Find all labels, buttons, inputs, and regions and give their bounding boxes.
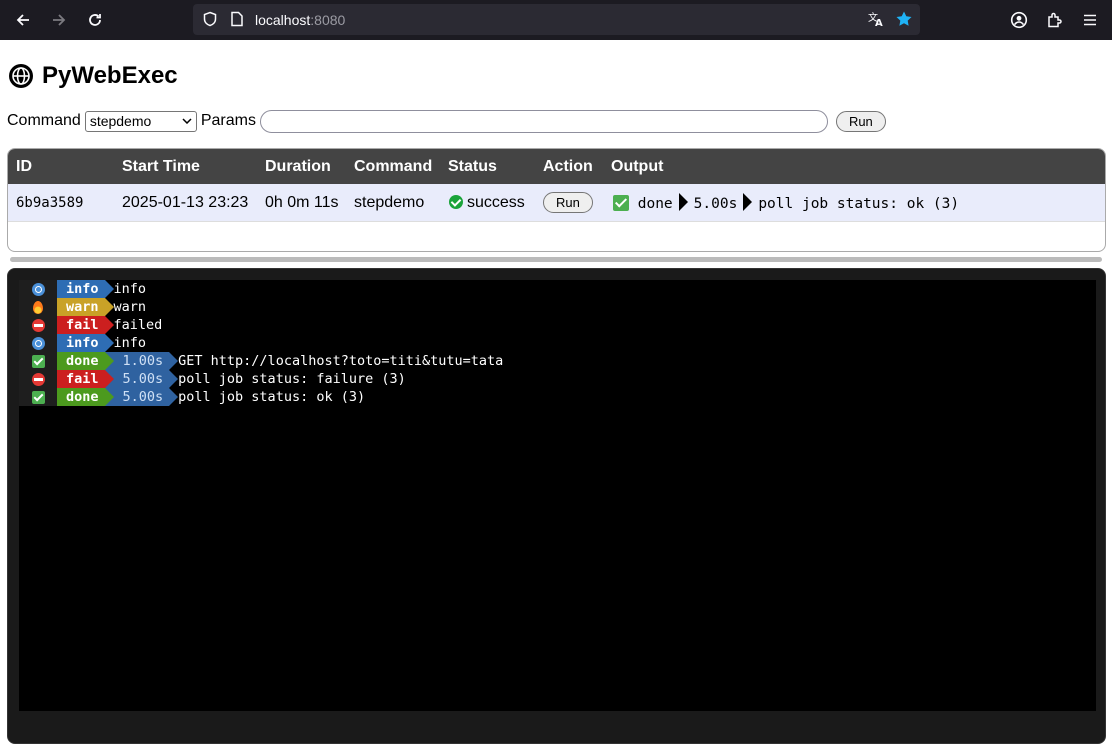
app-title: PyWebExec [42, 62, 178, 89]
log-line: done 1.00s GET http://localhost?toto=tit… [19, 352, 1096, 370]
terminal-panel: info info warn warn fail failed info inf… [7, 268, 1106, 744]
hamburger-icon [1084, 14, 1096, 26]
chevron-down-icon [182, 118, 192, 124]
row-id: 6b9a3589 [16, 194, 84, 211]
row-output-duration: 5.00s [693, 196, 738, 212]
row-status: success [449, 194, 525, 212]
log-line: done 5.00s poll job status: ok (3) [19, 388, 1096, 406]
tag-warn: warn [57, 298, 113, 316]
check-icon [19, 352, 57, 370]
command-label: Command [7, 112, 81, 129]
tag-done: done [57, 388, 113, 406]
header-action: Action [543, 157, 593, 175]
log-message: info [113, 335, 147, 351]
header-start-time: Start Time [122, 157, 200, 175]
header-status: Status [448, 157, 497, 175]
address-bar[interactable]: localhost:8080 文A [193, 4, 920, 35]
jobs-table: ID Start Time Duration Command Status Ac… [7, 148, 1106, 252]
back-button[interactable] [11, 8, 35, 32]
row-output[interactable]: done 5.00s poll job status: ok (3) [613, 193, 959, 212]
header-output: Output [611, 157, 664, 175]
tag-info: info [57, 334, 113, 352]
no-entry-icon [19, 370, 57, 388]
log-line: warn warn [19, 298, 1096, 316]
url-text[interactable]: localhost:8080 [255, 12, 345, 28]
puzzle-icon [1048, 12, 1062, 28]
tag-info: info [57, 280, 113, 298]
fire-icon [19, 298, 57, 316]
page-icon[interactable] [230, 11, 244, 27]
run-button[interactable]: Run [835, 110, 886, 132]
separator-icon [678, 193, 688, 211]
log-message: GET http://localhost?toto=titi&tutu=tata [178, 353, 504, 369]
log-message: info [113, 281, 147, 297]
star-icon[interactable] [895, 10, 913, 28]
info-icon [19, 334, 57, 352]
log-message: poll job status: ok (3) [178, 389, 366, 405]
row-run-button[interactable]: Run [543, 192, 593, 213]
row-duration: 0h 0m 11s [265, 193, 339, 211]
header-id: ID [16, 157, 32, 175]
log-line: fail 5.00s poll job status: failure (3) [19, 370, 1096, 388]
terminal-output[interactable]: info info warn warn fail failed info inf… [19, 280, 1096, 711]
row-status-text: success [467, 193, 525, 211]
duration-badge: 5.00s [104, 370, 178, 388]
page-content: PyWebExec Command stepdemo Params Run ID… [0, 40, 1112, 746]
duration-badge: 1.00s [104, 352, 178, 370]
row-output-message: poll job status: ok (3) [758, 196, 960, 212]
header-command: Command [354, 157, 433, 175]
check-icon [613, 195, 629, 211]
tag-done: done [57, 352, 113, 370]
browser-toolbar: localhost:8080 文A [0, 0, 1112, 40]
no-entry-icon [19, 316, 57, 334]
app-header: PyWebExec [8, 62, 178, 90]
row-command: stepdemo [354, 193, 425, 211]
account-button[interactable] [1007, 8, 1031, 32]
tag-fail: fail [57, 316, 113, 334]
separator-icon [743, 193, 753, 211]
url-port: :8080 [310, 12, 346, 28]
menu-button[interactable] [1078, 8, 1102, 32]
check-icon [19, 388, 57, 406]
duration-badge: 5.00s [104, 388, 178, 406]
reload-button[interactable] [83, 8, 107, 32]
account-icon [1010, 11, 1028, 29]
log-message: poll job status: failure (3) [178, 371, 406, 387]
arrow-right-icon [53, 14, 66, 26]
command-form: Command stepdemo Params Run [7, 109, 886, 133]
tag-fail: fail [57, 370, 113, 388]
params-label: Params [200, 112, 256, 129]
forward-button[interactable] [47, 8, 71, 32]
header-duration: Duration [265, 157, 331, 175]
row-output-tag: done [637, 196, 673, 212]
arrow-left-icon [16, 14, 29, 26]
log-message: failed [113, 317, 163, 333]
success-icon [449, 194, 463, 209]
log-message: warn [113, 299, 147, 315]
row-start-time: 2025-01-13 23:23 [122, 193, 249, 211]
info-icon [19, 280, 57, 298]
log-line: info info [19, 334, 1096, 352]
table-header: ID Start Time Duration Command Status Ac… [8, 149, 1105, 184]
shield-icon[interactable] [202, 11, 218, 27]
command-select-value: stepdemo [89, 113, 152, 129]
url-host: localhost [255, 12, 311, 28]
command-select[interactable]: stepdemo [84, 110, 197, 132]
reload-icon [89, 14, 101, 26]
log-line: fail failed [19, 316, 1096, 334]
translate-icon[interactable]: 文A [867, 10, 885, 28]
resize-handle[interactable] [10, 257, 1102, 262]
globe-icon [9, 64, 33, 88]
params-input[interactable] [259, 109, 828, 133]
table-row[interactable]: 6b9a3589 2025-01-13 23:23 0h 0m 11s step… [8, 184, 1105, 222]
extensions-button[interactable] [1043, 8, 1067, 32]
log-line: info info [19, 280, 1096, 298]
svg-text:A: A [875, 18, 883, 28]
